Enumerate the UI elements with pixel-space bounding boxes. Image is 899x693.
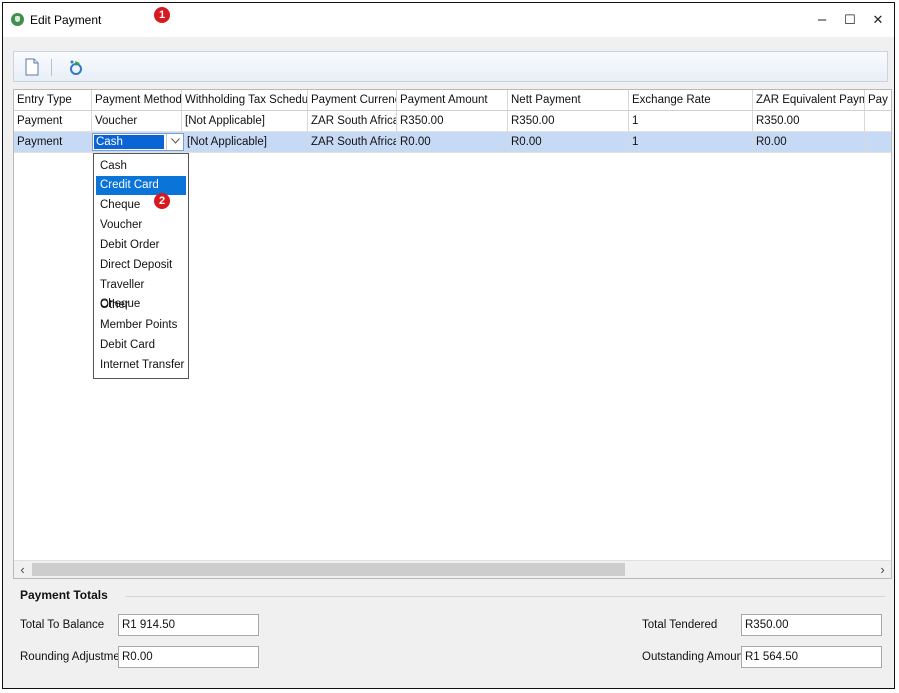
total-tendered-field[interactable]: R350.00: [741, 614, 882, 636]
column-header[interactable]: Pay: [865, 90, 891, 110]
cell-currency[interactable]: ZAR South African r: [308, 132, 397, 152]
cell-entry-type: Payment: [14, 111, 92, 131]
group-divider: [125, 596, 885, 597]
dropdown-option[interactable]: Debit Order: [96, 236, 186, 255]
dropdown-option[interactable]: Internet Transfer: [96, 356, 186, 375]
rounding-adjustment-field[interactable]: R0.00: [118, 646, 259, 668]
dropdown-option[interactable]: Member Points: [96, 316, 186, 335]
column-header[interactable]: Payment Currency: [308, 90, 397, 110]
cell-withholding-tax[interactable]: [Not Applicable]: [184, 132, 308, 152]
cell-zar-equivalent: R0.00: [753, 132, 865, 152]
cell-nett-payment: R350.00: [508, 111, 629, 131]
chevron-down-icon[interactable]: [166, 134, 183, 150]
cell-zar-equivalent: R350.00: [753, 111, 865, 131]
app-logo-icon: [11, 13, 24, 26]
column-header[interactable]: Payment Method: [92, 90, 182, 110]
dropdown-option[interactable]: Traveller Cheque: [96, 276, 186, 310]
column-header[interactable]: Withholding Tax Schedule: [182, 90, 308, 110]
cell-pay: [865, 111, 891, 131]
edit-payment-window: Edit Payment 1 – ☐ ✕ Entry Type Payment …: [2, 2, 895, 689]
total-tendered-label: Total Tendered: [642, 619, 718, 631]
payment-totals-panel: Payment Totals Total To Balance R1 914.5…: [13, 586, 892, 681]
column-header[interactable]: Payment Amount: [397, 90, 508, 110]
dropdown-option-highlighted[interactable]: Credit Card: [96, 176, 186, 195]
scroll-right-icon[interactable]: ›: [874, 561, 891, 578]
cell-exchange-rate: 1: [629, 111, 753, 131]
window-title: Edit Payment: [30, 13, 102, 27]
refresh-icon[interactable]: [67, 58, 85, 76]
cell-payment-method[interactable]: Voucher: [92, 111, 182, 131]
annotation-badge-2: 2: [154, 193, 170, 209]
table-row-selected[interactable]: Payment Cash [Not Applicable] ZAR South …: [14, 132, 891, 153]
dropdown-option[interactable]: Other: [96, 296, 186, 315]
horizontal-scrollbar[interactable]: ‹ ›: [14, 560, 891, 578]
total-to-balance-label: Total To Balance: [20, 619, 105, 631]
new-document-icon[interactable]: [23, 58, 41, 76]
column-header[interactable]: Exchange Rate: [629, 90, 753, 110]
grid-header: Entry Type Payment Method Withholding Ta…: [14, 90, 891, 111]
annotation-badge-1: 1: [154, 7, 170, 23]
cell-currency[interactable]: ZAR South African r: [308, 111, 397, 131]
dropdown-option[interactable]: Cash: [96, 157, 186, 176]
dropdown-option[interactable]: Cheque: [96, 196, 186, 215]
minimize-button[interactable]: –: [807, 8, 837, 32]
payment-method-selected-value: Cash: [94, 135, 164, 149]
cell-payment-amount[interactable]: R0.00: [397, 132, 508, 152]
rounding-adjustment-label: Rounding Adjustment: [20, 651, 130, 663]
toolbar-separator: [51, 59, 52, 76]
toolbar: [13, 51, 888, 82]
cell-withholding-tax[interactable]: [Not Applicable]: [182, 111, 308, 131]
payment-totals-title: Payment Totals: [20, 588, 108, 602]
close-button[interactable]: ✕: [863, 8, 893, 32]
payment-method-select[interactable]: Cash: [92, 133, 184, 151]
maximize-button[interactable]: ☐: [835, 8, 865, 32]
dropdown-option[interactable]: Debit Card: [96, 336, 186, 355]
outstanding-amount-field[interactable]: R1 564.50: [741, 646, 882, 668]
scrollbar-thumb[interactable]: [32, 563, 625, 576]
cell-exchange-rate: 1: [629, 132, 753, 152]
cell-nett-payment: R0.00: [508, 132, 629, 152]
column-header[interactable]: ZAR Equivalent Payment: [753, 90, 865, 110]
column-header[interactable]: Entry Type: [14, 90, 92, 110]
scroll-left-icon[interactable]: ‹: [14, 561, 31, 578]
dropdown-option[interactable]: Voucher: [96, 216, 186, 235]
table-row[interactable]: Payment Voucher [Not Applicable] ZAR Sou…: [14, 111, 891, 132]
dropdown-option[interactable]: Direct Deposit: [96, 256, 186, 275]
outstanding-amount-label: Outstanding Amount: [642, 651, 747, 663]
cell-entry-type: Payment: [14, 132, 92, 152]
column-header[interactable]: Nett Payment: [508, 90, 629, 110]
cell-payment-amount[interactable]: R350.00: [397, 111, 508, 131]
title-bar: Edit Payment 1 – ☐ ✕: [3, 3, 894, 37]
total-to-balance-field[interactable]: R1 914.50: [118, 614, 259, 636]
cell-pay: [865, 132, 891, 152]
payment-method-dropdown: Cash Credit Card Cheque Voucher Debit Or…: [93, 153, 189, 379]
